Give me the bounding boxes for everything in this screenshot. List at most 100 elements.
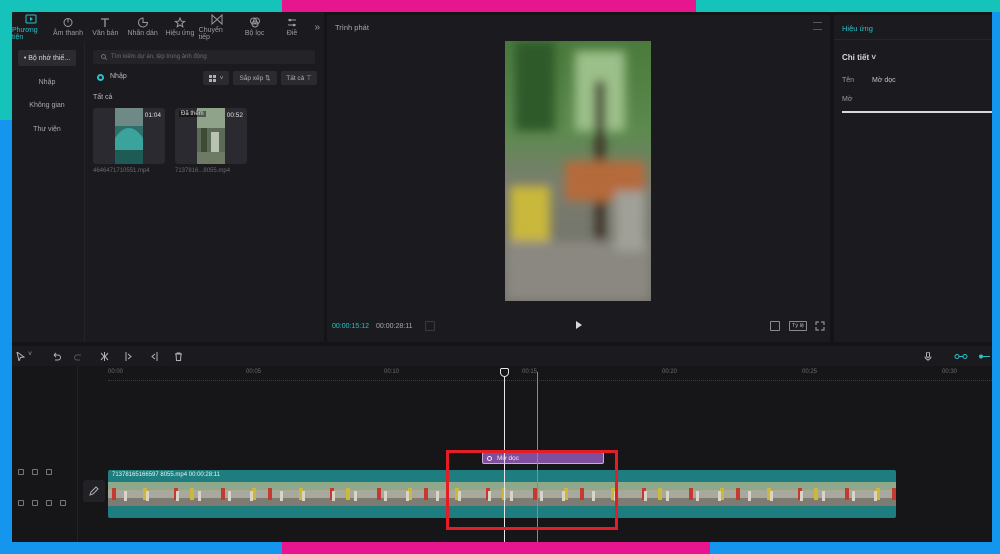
fullscreen-icon[interactable]	[815, 321, 825, 331]
tab-media-label: Phương tiện	[12, 26, 38, 41]
link-toggle-icon[interactable]	[954, 352, 968, 361]
tab-text[interactable]: Văn bản	[87, 12, 124, 42]
properties-tab-effects[interactable]: Hiệu ứng	[842, 24, 873, 33]
track-headers	[12, 366, 78, 542]
video-track-audio-icon[interactable]	[60, 500, 66, 506]
filmstrip-frame	[290, 482, 316, 506]
timeline-area[interactable]: 00:00 00:05 00:10 00:15 00:20 00:25 00:3…	[78, 366, 992, 542]
filmstrip-frame	[108, 482, 134, 506]
filmstrip-frame	[732, 482, 758, 506]
effect-track-eye-icon[interactable]	[46, 469, 52, 475]
effects-icon	[174, 17, 186, 28]
frame-magenta-bar-bottom	[282, 542, 710, 554]
ratio-button[interactable]: Tỷ lệ	[789, 321, 807, 331]
ruler-label: 00:30	[942, 369, 958, 375]
redo-icon[interactable]	[74, 352, 83, 361]
select-cursor-icon[interactable]	[16, 352, 25, 361]
name-key: Tên	[842, 77, 855, 84]
timeline-panel: 00:00 00:05 00:10 00:15 00:20 00:25 00:3…	[12, 366, 992, 542]
filmstrip-frame	[810, 482, 836, 506]
clip-name-1: 4646471710551.mp4	[93, 168, 150, 174]
magnet-toggle-icon[interactable]	[978, 352, 992, 361]
video-preview	[505, 41, 651, 301]
ruler-label: 00:25	[802, 369, 818, 375]
trim-right-icon[interactable]	[150, 352, 159, 361]
filmstrip-frame	[862, 482, 888, 506]
undo-icon[interactable]	[52, 352, 61, 361]
import-radio[interactable]	[97, 74, 104, 81]
timecode-toggle-icon[interactable]	[425, 321, 435, 331]
filmstrip-frame	[316, 482, 342, 506]
filmstrip-frame	[706, 482, 732, 506]
name-value: Mờ dọc	[872, 77, 896, 84]
search-icon	[101, 54, 107, 60]
ruler-label: 00:15	[522, 369, 538, 375]
filmstrip-frame	[758, 482, 784, 506]
view-mode-button[interactable]: ˅	[203, 71, 229, 85]
playhead-handle[interactable]	[500, 368, 509, 377]
blur-label: Mờ	[842, 96, 853, 103]
chevron-down-icon: ˅	[219, 74, 224, 82]
tab-effects-label: Hiệu ứng	[165, 30, 195, 37]
more-tabs-button[interactable]: »	[311, 12, 324, 42]
filmstrip-frame	[888, 482, 896, 506]
audio-icon	[63, 18, 73, 27]
clip-thumbnail-1	[115, 108, 143, 164]
sidebar-item-import[interactable]: Nhập	[18, 74, 76, 90]
ruler-label: 00:05	[246, 369, 262, 375]
filmstrip-frame	[134, 482, 160, 506]
video-track-eye-icon[interactable]	[46, 500, 52, 506]
media-panel: Phương tiện Âm thanh Văn bản Nhãn dán Hi…	[12, 12, 324, 342]
clip-duration-1: 01:04	[144, 112, 161, 119]
video-editor-window: Phương tiện Âm thanh Văn bản Nhãn dán Hi…	[12, 12, 992, 542]
frame-teal-bar-top-left	[0, 0, 282, 12]
tab-adjust-label: Điề	[286, 30, 298, 37]
import-label[interactable]: Nhập	[110, 73, 127, 80]
tab-adjust[interactable]: Điề	[273, 12, 310, 42]
search-input[interactable]: Tìm kiếm dự án, tệp trong ảnh động	[93, 50, 315, 64]
sidebar-item-library[interactable]: Thư viện	[18, 121, 76, 137]
media-icon	[25, 14, 37, 23]
filmstrip-frame	[836, 482, 862, 506]
video-clip-label: 71378165166597 8055.mp4 00:00:28:11	[112, 472, 220, 478]
effect-track-lock-icon[interactable]	[18, 469, 24, 475]
video-track-lock-icon[interactable]	[32, 500, 38, 506]
media-clip-2[interactable]: Đã thêm 00:52	[175, 108, 247, 164]
blur-slider[interactable]	[842, 111, 992, 113]
tab-stickers[interactable]: Nhãn dán	[124, 12, 161, 42]
effect-track-hide-icon[interactable]	[32, 469, 38, 475]
play-button[interactable]	[576, 321, 582, 329]
tab-effects[interactable]: Hiệu ứng	[161, 12, 198, 42]
tab-filters[interactable]: Bộ lọc	[236, 12, 273, 42]
media-clip-1[interactable]: 01:04	[93, 108, 165, 164]
filmstrip-frame	[212, 482, 238, 506]
tab-audio[interactable]: Âm thanh	[49, 12, 86, 42]
tab-media[interactable]: Phương tiện	[12, 12, 49, 42]
split-icon[interactable]	[100, 352, 109, 361]
properties-panel: Hiệu ứng Chi tiết ˅ Tên Mờ dọc Mờ	[834, 15, 992, 342]
player-menu-icon[interactable]	[813, 22, 822, 30]
timeline-ruler[interactable]	[108, 380, 992, 381]
filmstrip-frame	[394, 482, 420, 506]
cursor-dropdown-icon[interactable]: ˅	[28, 351, 32, 360]
player-title: Trình phát	[335, 23, 369, 32]
tab-filters-label: Bộ lọc	[244, 30, 265, 37]
fit-view-icon[interactable]	[770, 321, 780, 331]
tab-transitions[interactable]: Chuyển tiếp	[199, 12, 236, 42]
delete-icon[interactable]	[174, 352, 183, 361]
microphone-icon[interactable]	[924, 352, 932, 361]
filmstrip-frame	[628, 482, 654, 506]
sort-button[interactable]: Sắp xếp ⇅	[233, 71, 277, 85]
video-track-cover-icon[interactable]	[18, 500, 24, 506]
timeline-toolbar: ˅	[12, 346, 992, 366]
ruler-label: 00:00	[108, 369, 124, 375]
filmstrip-frame	[186, 482, 212, 506]
sidebar-item-space[interactable]: Không gian	[18, 97, 76, 113]
adjust-icon	[287, 18, 296, 27]
filmstrip-frame	[368, 482, 394, 506]
details-header[interactable]: Chi tiết ˅	[842, 53, 876, 62]
frame-teal-bar-left	[0, 12, 12, 120]
trim-left-icon[interactable]	[124, 352, 133, 361]
filter-button[interactable]: Tất cả ⊤	[281, 71, 317, 85]
sidebar-item-local[interactable]: • Bộ nhớ thiế...	[18, 50, 76, 66]
